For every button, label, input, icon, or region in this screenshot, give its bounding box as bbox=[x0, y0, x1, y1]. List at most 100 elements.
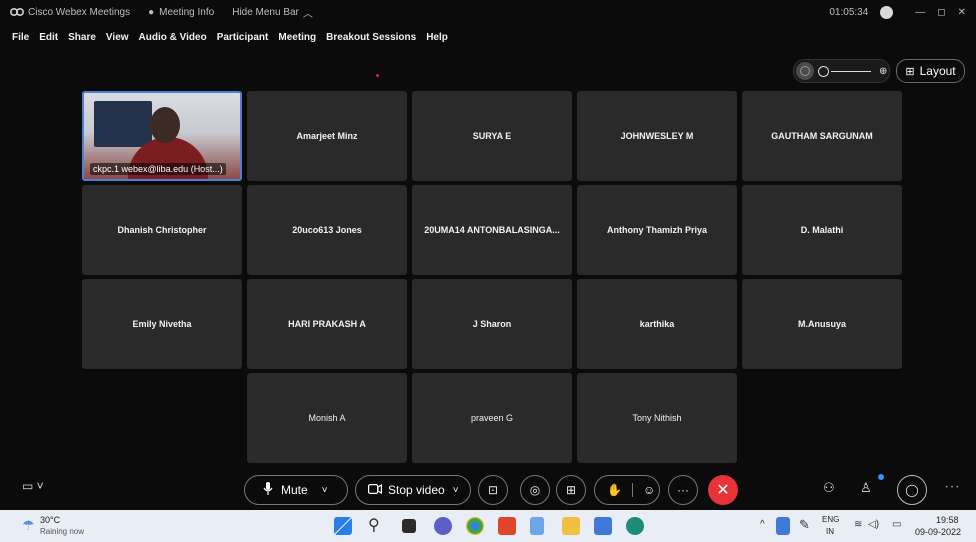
close-icon: ✕ bbox=[716, 482, 730, 499]
participants-panel-button[interactable]: ⚇ bbox=[823, 480, 835, 496]
divider bbox=[631, 483, 633, 497]
chat-app-icon[interactable] bbox=[434, 517, 452, 535]
reactions-group: ✋ ☺ bbox=[594, 475, 660, 505]
minimize-button[interactable]: — bbox=[915, 7, 925, 18]
layout-button[interactable]: ⊞ Layout bbox=[896, 59, 965, 83]
captions-button[interactable]: ▭ ˅ bbox=[22, 479, 44, 493]
weather-status: Raining now bbox=[40, 527, 85, 536]
chat-participants-button[interactable]: ♙ bbox=[860, 480, 872, 496]
maximize-button[interactable]: ◻ bbox=[937, 7, 945, 18]
apps-grid-icon: ⊞ bbox=[565, 483, 577, 497]
mute-button[interactable]: Mute ˅ bbox=[244, 475, 348, 505]
chevron-up-icon: ︿ bbox=[302, 8, 313, 20]
menu-file[interactable]: File bbox=[12, 32, 29, 43]
overflow-menu-button[interactable]: ··· bbox=[944, 478, 960, 496]
task-view-icon[interactable] bbox=[402, 519, 416, 533]
host-person-head bbox=[150, 107, 180, 143]
menu-help[interactable]: Help bbox=[426, 32, 448, 43]
meeting-controls-bar: ▭ ˅ Mute ˅ Stop video ˅ ⊡ ◎ ⊞ ✋ ☺ ··· ✕ … bbox=[0, 470, 976, 510]
camera-icon bbox=[368, 483, 382, 497]
participant-tile[interactable]: GAUTHAM SARGUNAM bbox=[742, 91, 902, 181]
title-bar: Cisco Webex Meetings ● Meeting Info Hide… bbox=[0, 0, 976, 24]
region-indicator: IN bbox=[826, 527, 834, 536]
info-icon: ● bbox=[148, 6, 155, 18]
participant-tile[interactable]: praveen G bbox=[412, 373, 572, 463]
menu-breakout-sessions[interactable]: Breakout Sessions bbox=[326, 32, 416, 43]
search-icon[interactable]: ⚲ bbox=[368, 515, 380, 535]
wifi-icon[interactable]: ≋ bbox=[854, 519, 862, 530]
participant-tile[interactable]: Anthony Thamizh Priya bbox=[577, 185, 737, 275]
microphone-tray-icon[interactable] bbox=[776, 517, 790, 535]
zoom-out-icon[interactable] bbox=[796, 62, 814, 80]
participant-tile[interactable]: Monish A bbox=[247, 373, 407, 463]
participant-tile[interactable]: HARI PRAKASH A bbox=[247, 279, 407, 369]
file-explorer-icon[interactable] bbox=[562, 517, 580, 535]
raise-hand-icon[interactable]: ✋ bbox=[607, 483, 622, 497]
menu-bar: File Edit Share View Audio & Video Parti… bbox=[0, 27, 448, 47]
participant-name: ckpc.1 webex@liba.edu (Host...) bbox=[90, 163, 226, 175]
mail-icon[interactable] bbox=[594, 517, 612, 535]
participant-tile[interactable]: 20UMA14 ANTONBALASINGA... bbox=[412, 185, 572, 275]
participant-tile[interactable]: JOHNWESLEY M bbox=[577, 91, 737, 181]
participant-tile-host[interactable]: ckpc.1 webex@liba.edu (Host...) bbox=[82, 91, 242, 181]
host-video-background bbox=[94, 101, 152, 147]
chat-bubble-icon: ◯ bbox=[905, 483, 919, 497]
stop-video-button[interactable]: Stop video ˅ bbox=[355, 475, 471, 505]
microphone-icon bbox=[263, 481, 273, 499]
chevron-down-icon[interactable]: ˅ bbox=[322, 485, 328, 496]
weather-temp: 30°C bbox=[40, 515, 61, 525]
webex-app-icon[interactable] bbox=[626, 517, 644, 535]
meeting-timer: 01:05:34 bbox=[829, 6, 869, 18]
apps-button[interactable]: ⊞ bbox=[556, 475, 586, 505]
office-icon[interactable] bbox=[498, 517, 516, 535]
record-icon: ◎ bbox=[529, 483, 541, 497]
share-screen-icon: ⊡ bbox=[487, 483, 499, 497]
menu-share[interactable]: Share bbox=[68, 32, 96, 43]
clock-time[interactable]: 19:58 bbox=[936, 515, 959, 525]
participant-tile[interactable]: J Sharon bbox=[412, 279, 572, 369]
menu-participant[interactable]: Participant bbox=[217, 32, 269, 43]
participant-tile[interactable]: Dhanish Christopher bbox=[82, 185, 242, 275]
zoom-in-icon[interactable]: ⊕ bbox=[879, 66, 887, 77]
notification-dot bbox=[878, 474, 884, 480]
leave-meeting-button[interactable]: ✕ bbox=[708, 475, 738, 505]
meeting-info-button[interactable]: ● Meeting Info bbox=[148, 7, 214, 18]
participant-tile[interactable]: D. Malathi bbox=[742, 185, 902, 275]
menu-audio-video[interactable]: Audio & Video bbox=[139, 32, 207, 43]
close-window-button[interactable]: ✕ bbox=[958, 7, 966, 18]
menu-edit[interactable]: Edit bbox=[39, 32, 58, 43]
chevron-down-icon[interactable]: ˅ bbox=[453, 485, 459, 496]
grid-layout-icon: ⊞ bbox=[905, 65, 915, 78]
menu-view[interactable]: View bbox=[106, 32, 129, 43]
chevron-up-icon[interactable]: ^ bbox=[760, 519, 765, 530]
recording-status-icon bbox=[880, 5, 894, 19]
windows-start-icon[interactable] bbox=[334, 517, 352, 535]
indicator-dot bbox=[376, 74, 379, 77]
participant-tile[interactable]: 20uco613 Jones bbox=[247, 185, 407, 275]
language-indicator[interactable]: ENG bbox=[822, 515, 839, 524]
share-button[interactable]: ⊡ bbox=[478, 475, 508, 505]
participant-tile[interactable]: Tony Nithish bbox=[577, 373, 737, 463]
clock-date[interactable]: 09-09-2022 bbox=[915, 527, 961, 537]
participant-tile[interactable]: SURYA E bbox=[412, 91, 572, 181]
participant-tile[interactable]: Amarjeet Minz bbox=[247, 91, 407, 181]
participant-tile[interactable]: M.Anusuya bbox=[742, 279, 902, 369]
hide-menu-bar-button[interactable]: Hide Menu Bar ︿ bbox=[232, 5, 313, 20]
menu-meeting[interactable]: Meeting bbox=[278, 32, 316, 43]
battery-icon[interactable]: ▭ bbox=[892, 519, 901, 530]
reactions-icon[interactable]: ☺ bbox=[643, 483, 655, 497]
chat-button[interactable]: ◯ bbox=[897, 475, 927, 505]
record-button[interactable]: ◎ bbox=[520, 475, 550, 505]
pen-icon[interactable]: ✎ bbox=[799, 517, 810, 533]
more-options-button[interactable]: ··· bbox=[668, 475, 698, 505]
chrome-icon[interactable] bbox=[466, 517, 484, 535]
volume-icon[interactable]: ◁) bbox=[868, 519, 879, 530]
participant-tile[interactable]: Emily Nivetha bbox=[82, 279, 242, 369]
video-zoom-slider[interactable]: ⊕ bbox=[793, 59, 890, 83]
app-title: Cisco Webex Meetings bbox=[28, 6, 131, 18]
os-taskbar: ☂ 30°C Raining now ⚲ ^ ✎ ENG IN ≋ ◁) ▭ 1… bbox=[0, 510, 976, 542]
participant-tile[interactable]: karthika bbox=[577, 279, 737, 369]
zoom-slider-track[interactable] bbox=[831, 70, 871, 72]
zoom-slider-handle[interactable] bbox=[818, 65, 829, 77]
network-app-icon[interactable] bbox=[530, 517, 544, 535]
